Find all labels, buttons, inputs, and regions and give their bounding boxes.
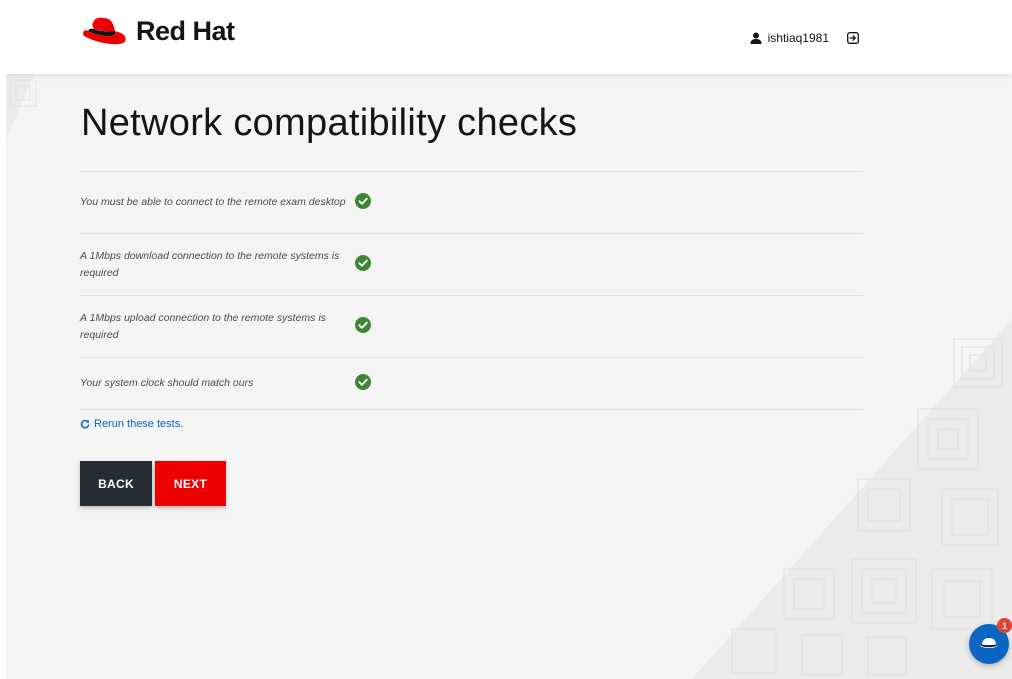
checks-list: You must be able to connect to the remot…: [80, 171, 863, 410]
check-label: A 1Mbps download connection to the remot…: [80, 249, 340, 279]
check-passed-icon: [355, 192, 375, 213]
check-row-upload: A 1Mbps upload connection to the remote …: [80, 296, 863, 358]
next-button[interactable]: NEXT: [155, 461, 226, 506]
back-button[interactable]: BACK: [80, 461, 152, 506]
rerun-tests-link[interactable]: Rerun these tests.: [80, 418, 183, 430]
check-label: Your system clock should match ours: [80, 377, 254, 389]
check-label: A 1Mbps upload connection to the remote …: [80, 311, 326, 341]
check-label: You must be able to connect to the remot…: [80, 196, 346, 208]
check-row-remote-desktop: You must be able to connect to the remot…: [80, 172, 863, 234]
top-header: Red Hat ishtiaq1981: [6, 0, 1012, 74]
check-row-clock: Your system clock should match ours: [80, 358, 863, 410]
check-passed-icon: [355, 316, 375, 337]
red-hat-logo[interactable]: Red Hat: [80, 16, 235, 47]
chat-icon: [979, 637, 999, 651]
page-title: Network compatibility checks: [81, 102, 578, 144]
check-row-download: A 1Mbps download connection to the remot…: [80, 234, 863, 296]
check-passed-icon: [355, 254, 375, 275]
user-menu: ishtiaq1981: [750, 31, 859, 45]
chat-notification-badge: 1: [997, 618, 1012, 633]
red-hat-logo-icon: [83, 17, 126, 44]
page-canvas: Red Hat ishtiaq1981 Network compatibilit…: [6, 0, 1012, 679]
app-window: Red Hat ishtiaq1981 Network compatibilit…: [0, 0, 1012, 679]
logout-icon[interactable]: [847, 32, 859, 44]
rerun-label[interactable]: Rerun these tests.: [94, 418, 183, 430]
check-passed-icon: [355, 373, 375, 394]
user-icon: [750, 32, 762, 44]
username[interactable]: ishtiaq1981: [768, 31, 829, 45]
logo-text: Red Hat: [136, 16, 235, 46]
refresh-icon: [80, 419, 90, 429]
chat-widget-button[interactable]: 1: [969, 618, 1012, 664]
